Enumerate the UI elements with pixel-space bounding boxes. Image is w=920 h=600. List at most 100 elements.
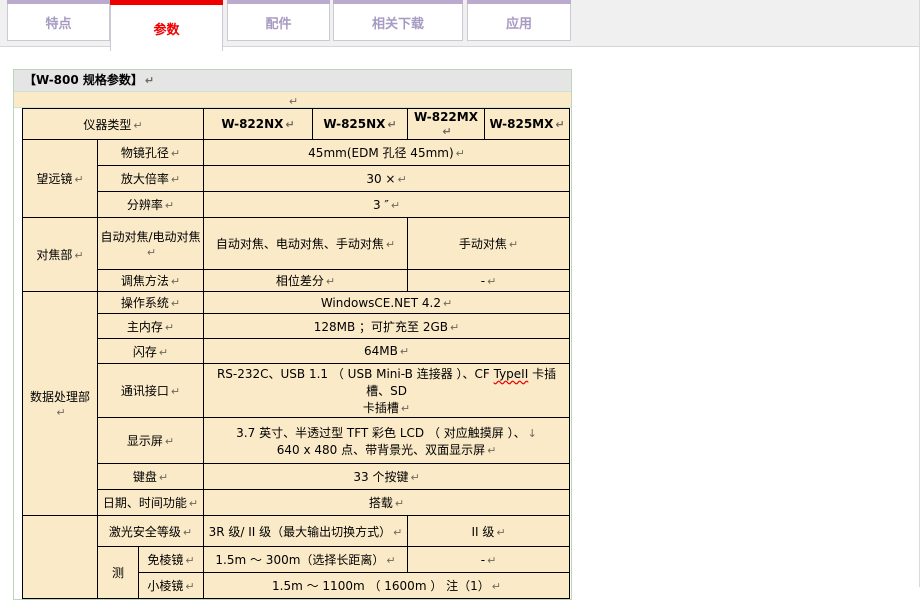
pilcrow-icon: ↵: [397, 173, 406, 186]
pilcrow-icon: ↵: [145, 74, 154, 87]
model-header-3: W-822MX↵: [408, 109, 485, 140]
spec-empty-row: ↵: [14, 92, 571, 108]
group-cell-bottom: [23, 516, 98, 599]
tab-label: 应用: [506, 13, 532, 32]
label-cell: 日期、时间功能↵: [98, 490, 204, 516]
pilcrow-icon: ↵: [165, 321, 174, 334]
pilcrow-icon: ↵: [171, 147, 180, 160]
value-cell: 1.5m ～ 300m（选择长距离）↵: [204, 547, 408, 573]
table-row: 对焦部↵ 自动对焦/电动对焦↵ 自动对焦、电动对焦、手动对焦↵ 手动对焦↵: [23, 218, 570, 270]
pilcrow-icon: ↵: [171, 275, 180, 288]
pilcrow-icon: ↵: [487, 554, 496, 567]
tab-parameters[interactable]: 参数: [110, 0, 223, 51]
table-row: 闪存↵ 64MB↵: [23, 339, 570, 364]
label-cell: 放大倍率↵: [98, 166, 204, 192]
table-row: 测 免棱镜↵ 1.5m ～ 300m（选择长距离）↵ -↵: [23, 547, 570, 573]
pilcrow-icon: ↵: [171, 173, 180, 186]
value-cell: 自动对焦、电动对焦、手动对焦↵: [204, 218, 408, 270]
value-cell: II 级↵: [408, 516, 570, 547]
pilcrow-icon: ↵: [159, 471, 168, 484]
table-row: 分辨率↵ 3 ″↵: [23, 192, 570, 218]
pilcrow-icon: ↵: [443, 297, 452, 310]
pilcrow-icon: ↵: [171, 385, 180, 398]
pilcrow-icon: ↵: [391, 199, 400, 212]
value-cell: 30 ×↵: [204, 166, 570, 192]
value-cell: 1.5m ～ 1100m （ 1600m ） 注（1）↵: [204, 573, 570, 599]
table-row: 调焦方法↵ 相位差分↵ -↵: [23, 270, 570, 292]
value-cell: 手动对焦↵: [408, 218, 570, 270]
tab-features[interactable]: 特点: [7, 0, 110, 41]
pilcrow-icon: ↵: [289, 95, 298, 108]
subgroup-cell-range: 测: [98, 547, 139, 599]
label-cell: 调焦方法↵: [98, 270, 204, 292]
pilcrow-icon: ↵: [165, 435, 174, 448]
tab-label: 特点: [45, 13, 71, 32]
value-cell: 45mm(EDM 孔径 45mm)↵: [204, 140, 570, 166]
pilcrow-icon: ↵: [442, 125, 451, 138]
table-row: 日期、时间功能↵ 搭载↵: [23, 490, 570, 516]
pilcrow-icon: ↵: [450, 321, 459, 334]
value-cell: -↵: [408, 270, 570, 292]
table-row: 主内存↵ 128MB ；可扩充至 2GB↵: [23, 314, 570, 339]
model-header-4: W-825MX↵: [485, 109, 570, 140]
pilcrow-icon: ↵: [496, 526, 505, 539]
label-cell: 通讯接口↵: [98, 364, 204, 418]
tab-label: 参数: [153, 19, 179, 38]
label-cell: 闪存↵: [98, 339, 204, 364]
pilcrow-icon: ↵: [189, 497, 198, 510]
pilcrow-icon: ↵: [147, 246, 156, 259]
tab-strip: 特点 参数 配件 相关下载 应用: [0, 0, 920, 47]
spec-title-text: 【W-800 规格参数】: [24, 73, 143, 87]
pilcrow-icon: ↵: [185, 554, 194, 567]
table-row: 放大倍率↵ 30 ×↵: [23, 166, 570, 192]
value-cell: 3R 级/ II 级（最大输出切换方式）↵: [204, 516, 408, 547]
pilcrow-icon: ↵: [133, 119, 142, 132]
label-cell: 显示屏↵: [98, 418, 204, 464]
pilcrow-icon: ↵: [285, 118, 294, 131]
value-cell-display: 3.7 英寸、半透过型 TFT 彩色 LCD （ 对应触摸屏 ）、↓640 x …: [204, 418, 570, 464]
value-cell-interface: RS-232C、USB 1.1 （ USB Mini-B 连接器 ）、CF Ty…: [204, 364, 570, 418]
spec-container: 【W-800 规格参数】↵ ↵ 仪器类型↵ W-822NX↵ W-825NX↵ …: [13, 69, 572, 600]
pilcrow-icon: ↵: [401, 402, 410, 415]
pilcrow-icon: ↵: [159, 346, 168, 359]
pilcrow-icon: ↵: [183, 526, 192, 539]
pilcrow-icon: ↵: [74, 249, 83, 262]
spec-title: 【W-800 规格参数】↵: [14, 70, 571, 92]
group-cell-data-processing: 数据处理部↵: [23, 292, 98, 516]
pilcrow-icon: ↵: [410, 471, 419, 484]
tab-label: 配件: [265, 13, 291, 32]
table-row-header: 仪器类型↵ W-822NX↵ W-825NX↵ W-822MX↵ W-825MX…: [23, 109, 570, 140]
pilcrow-icon: ↵: [456, 147, 465, 160]
table-row: 通讯接口↵ RS-232C、USB 1.1 （ USB Mini-B 连接器 ）…: [23, 364, 570, 418]
tab-downloads[interactable]: 相关下载: [333, 0, 463, 41]
value-cell: 128MB ；可扩充至 2GB↵: [204, 314, 570, 339]
instrument-type-cell: 仪器类型↵: [23, 109, 204, 140]
pilcrow-icon: ↵: [555, 118, 564, 131]
pilcrow-icon: ↵: [56, 406, 65, 419]
group-cell-telescope: 望远镜↵: [23, 140, 98, 218]
label-cell: 免棱镜↵: [139, 547, 204, 573]
value-cell: -↵: [408, 547, 570, 573]
value-cell: 相位差分↵: [204, 270, 408, 292]
value-cell: 搭载↵: [204, 490, 570, 516]
pilcrow-icon: ↵: [393, 526, 402, 539]
value-cell: WindowsCE.NET 4.2↵: [204, 292, 570, 314]
model-header-1: W-822NX↵: [204, 109, 313, 140]
pilcrow-icon: ↵: [74, 173, 83, 186]
label-cell: 分辨率↵: [98, 192, 204, 218]
pilcrow-icon: ↵: [400, 345, 409, 358]
label-cell: 物镜孔径↵: [98, 140, 204, 166]
pilcrow-icon: ↵: [395, 497, 404, 510]
group-cell-focus: 对焦部↵: [23, 218, 98, 292]
table-row: 数据处理部↵ 操作系统↵ WindowsCE.NET 4.2↵: [23, 292, 570, 314]
table-row: 键盘↵ 33 个按键↵: [23, 464, 570, 490]
label-cell-laser: 激光安全等级↵: [98, 516, 204, 547]
pilcrow-icon: ↵: [509, 238, 518, 251]
table-row: 显示屏↵ 3.7 英寸、半透过型 TFT 彩色 LCD （ 对应触摸屏 ）、↓6…: [23, 418, 570, 464]
pilcrow-icon: ↵: [386, 238, 395, 251]
tab-accessories[interactable]: 配件: [227, 0, 330, 41]
tab-applications[interactable]: 应用: [467, 0, 571, 41]
label-cell: 小棱镜↵: [139, 573, 204, 599]
model-header-2: W-825NX↵: [313, 109, 408, 140]
pilcrow-icon: ↵: [387, 118, 396, 131]
